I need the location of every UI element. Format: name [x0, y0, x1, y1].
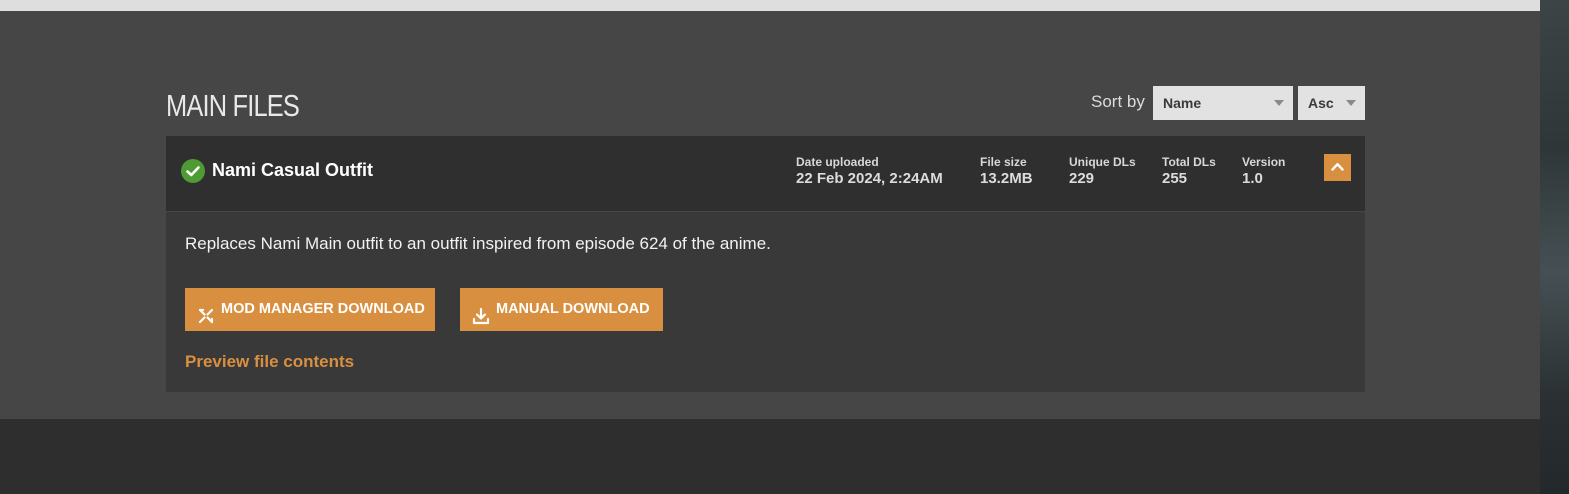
mod-manager-download-label: MOD MANAGER DOWNLOAD	[221, 301, 425, 317]
collapse-toggle-button[interactable]	[1324, 154, 1351, 181]
file-name: Nami Casual Outfit	[212, 160, 374, 180]
sort-label: Sort by	[1091, 92, 1145, 111]
background-edge	[1540, 0, 1569, 494]
chevron-down-icon	[1346, 100, 1356, 106]
check-circle-icon	[181, 159, 205, 183]
section-title: MAIN FILES	[166, 88, 300, 123]
stat-file-size: File size 13.2MB	[980, 155, 1033, 189]
sort-field-value: Name	[1163, 95, 1202, 111]
stat-version: Version 1.0	[1242, 155, 1285, 189]
vortex-icon	[197, 300, 215, 343]
stat-label: Total DLs	[1162, 155, 1216, 169]
sort-direction-select[interactable]: Asc	[1298, 86, 1365, 120]
manual-download-button[interactable]: MANUAL DOWNLOAD	[460, 288, 663, 331]
preview-file-contents-link[interactable]: Preview file contents	[185, 352, 354, 372]
stat-value: 255	[1162, 170, 1188, 187]
sort-direction-value: Asc	[1308, 95, 1334, 111]
sort-field-select[interactable]: Name	[1153, 86, 1293, 120]
stat-label: Unique DLs	[1069, 155, 1136, 169]
file-description: Replaces Nami Main outfit to an outfit i…	[185, 234, 771, 253]
top-strip	[0, 0, 1540, 11]
file-header: Nami Casual Outfit Date uploaded 22 Feb …	[166, 136, 1365, 211]
chevron-up-icon	[1331, 163, 1344, 171]
stat-date-uploaded: Date uploaded 22 Feb 2024, 2:24AM	[796, 155, 943, 189]
stat-value: 13.2MB	[980, 170, 1033, 187]
stat-label: Version	[1242, 155, 1286, 169]
stat-value: 229	[1069, 170, 1095, 187]
stat-label: File size	[980, 155, 1027, 169]
chevron-down-icon	[1274, 100, 1284, 106]
stat-unique-dls: Unique DLs 229	[1069, 155, 1136, 189]
stat-value: 1.0	[1242, 170, 1263, 187]
footer-area	[0, 419, 1540, 494]
file-body: Replaces Nami Main outfit to an outfit i…	[166, 212, 1365, 392]
stat-total-dls: Total DLs 255	[1162, 155, 1216, 189]
download-icon	[472, 300, 490, 343]
mod-manager-download-button[interactable]: MOD MANAGER DOWNLOAD	[185, 288, 435, 331]
manual-download-label: MANUAL DOWNLOAD	[496, 301, 650, 317]
stat-label: Date uploaded	[796, 155, 879, 169]
stat-value: 22 Feb 2024, 2:24AM	[796, 170, 943, 187]
